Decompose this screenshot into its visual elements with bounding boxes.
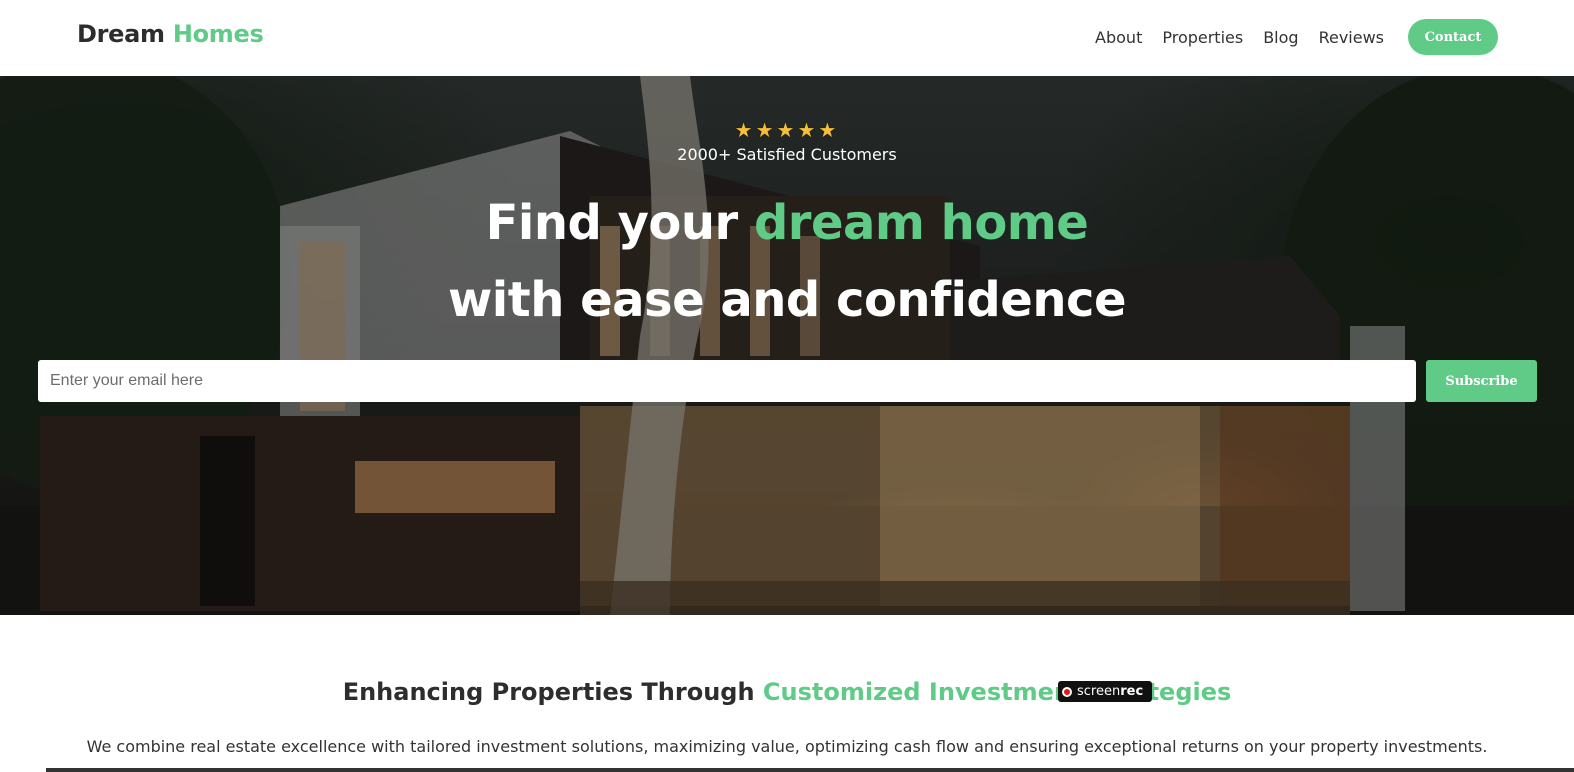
next-section-edge <box>46 768 1574 772</box>
headline-text: Find your <box>485 195 754 251</box>
logo-text-homes: Homes <box>172 20 264 48</box>
customers-count: 2000+ Satisfied Customers <box>677 145 897 164</box>
navbar: Dream Homes About Properties Blog Review… <box>0 0 1574 76</box>
subscribe-button[interactable]: Subscribe <box>1426 360 1537 402</box>
logo-text-dream: Dream <box>77 20 165 48</box>
hero-section: ★★★★★ 2000+ Satisfied Customers Find you… <box>0 76 1574 615</box>
nav-link-blog[interactable]: Blog <box>1263 28 1298 47</box>
nav-links: About Properties Blog Reviews Contact <box>1075 19 1498 55</box>
section-description: We combine real estate excellence with t… <box>86 737 1488 756</box>
recorder-label-screen: screen <box>1077 684 1121 699</box>
section-title-text: Enhancing Properties Through <box>342 678 763 706</box>
nav-link-properties[interactable]: Properties <box>1162 28 1243 47</box>
nav-link-about[interactable]: About <box>1095 28 1142 47</box>
record-icon <box>1062 686 1072 697</box>
star-icon: ★★★★★ <box>734 120 840 142</box>
hero-headline-line2: with ease and confidence <box>447 272 1127 328</box>
screen-recorder-badge[interactable]: screen rec <box>1058 681 1152 702</box>
rating-stars: ★★★★★ <box>0 118 1574 143</box>
section-title-highlight: Customized Investment Strategies <box>762 678 1232 706</box>
email-input[interactable] <box>38 360 1416 402</box>
headline-highlight: dream home <box>753 195 1089 251</box>
section-title: Enhancing Properties Through Customized … <box>0 678 1574 706</box>
logo[interactable]: Dream Homes <box>77 20 264 48</box>
contact-button[interactable]: Contact <box>1408 19 1498 55</box>
hero-headline-line1: Find your dream home <box>0 195 1574 251</box>
recorder-label-rec: rec <box>1120 684 1144 699</box>
nav-link-reviews[interactable]: Reviews <box>1319 28 1384 47</box>
